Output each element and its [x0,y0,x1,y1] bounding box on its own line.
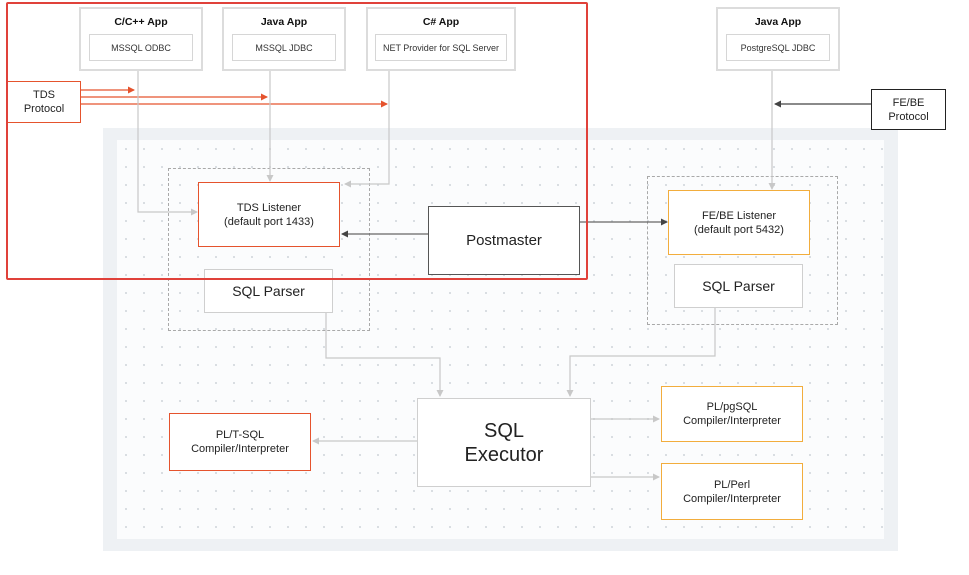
pl-pgsql-box: PL/pgSQL Compiler/Interpreter [661,386,803,442]
pl-pgsql-label: PL/pgSQL Compiler/Interpreter [683,401,781,427]
sql-executor-box: SQL Executor [417,398,591,487]
app-title: Java App [754,16,802,28]
highlight-frame [6,2,588,280]
pl-perl-label: PL/Perl Compiler/Interpreter [683,478,781,505]
driver-label: PostgreSQL JDBC [726,34,830,61]
febe-protocol-label: FE/BE Protocol [888,96,929,123]
febe-protocol-box: FE/BE Protocol [871,89,946,130]
sql-executor-label: SQL Executor [464,419,544,466]
sql-parser-left-label: SQL Parser [232,283,305,299]
febe-listener-label: FE/BE Listener (default port 5432) [694,209,784,236]
app-java-postgres: Java App PostgreSQL JDBC [716,7,840,71]
sql-parser-right-box: SQL Parser [674,264,803,308]
pl-tsql-box: PL/T-SQL Compiler/Interpreter [169,413,311,471]
parser-right-to-executor [566,308,716,397]
febe-listener-box: FE/BE Listener (default port 5432) [668,190,810,255]
pl-perl-box: PL/Perl Compiler/Interpreter [661,463,803,520]
pl-tsql-label: PL/T-SQL Compiler/Interpreter [191,429,289,455]
sql-parser-right-label: SQL Parser [702,278,775,294]
parser-left-to-executor [325,313,444,397]
